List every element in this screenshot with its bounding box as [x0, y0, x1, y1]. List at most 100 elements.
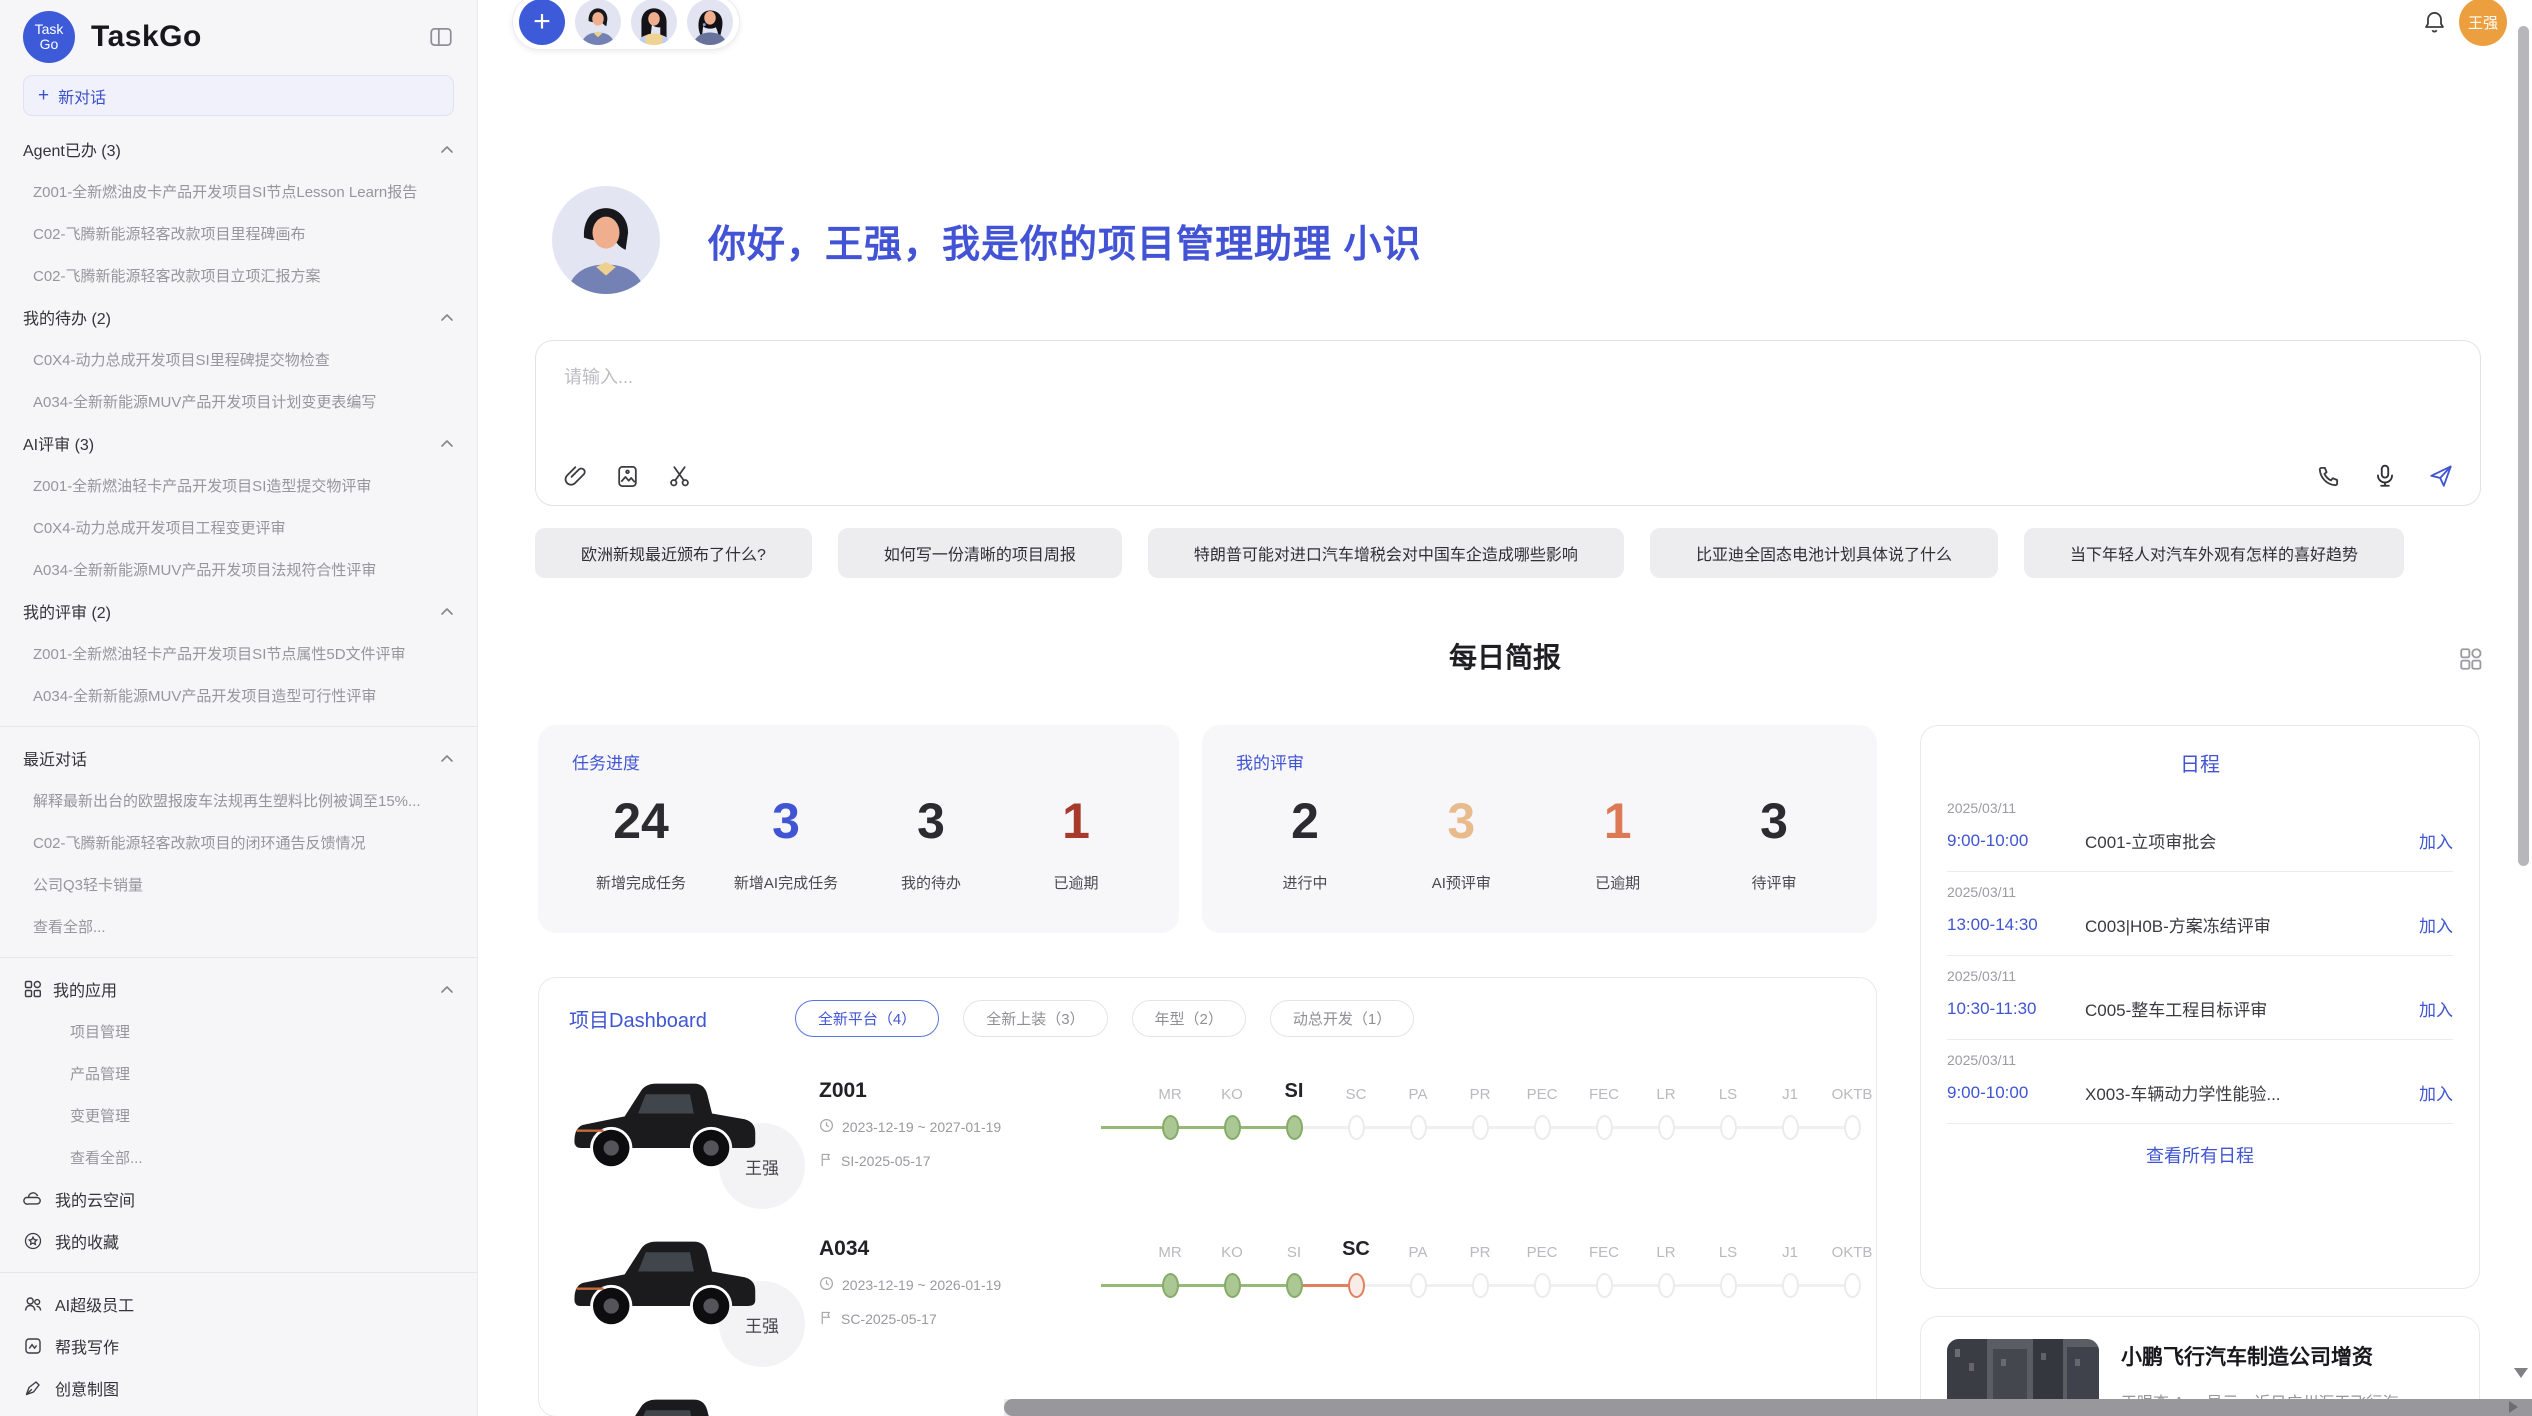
join-button[interactable]: 加入: [2419, 912, 2453, 937]
app-item[interactable]: 项目管理: [0, 1010, 477, 1052]
sidebar-item[interactable]: C0X4-动力总成开发项目工程变更评审: [0, 506, 477, 548]
milestone-label: SC: [1346, 1077, 1367, 1103]
dashboard-tab[interactable]: 全新上装（3）: [963, 1000, 1107, 1037]
plus-icon: +: [38, 85, 49, 107]
milestone-line: [1666, 1126, 1728, 1129]
sidebar-item[interactable]: A034-全新新能源MUV产品开发项目计划变更表编写: [0, 380, 477, 422]
app-item[interactable]: 查看全部...: [0, 1136, 477, 1178]
milestone-ko: KO: [1201, 1077, 1263, 1140]
project-row[interactable]: 王强Z0012023-12-19 ~ 2027-01-19SI-2025-05-…: [569, 1067, 1846, 1225]
new-chat-button[interactable]: + 新对话: [23, 75, 454, 116]
app-item[interactable]: 变更管理: [0, 1094, 477, 1136]
attachment-icon[interactable]: [562, 463, 588, 489]
user-avatar[interactable]: 王强: [2459, 0, 2507, 46]
dashboard-title: 项目Dashboard: [569, 1004, 707, 1033]
avatar-member-2[interactable]: [631, 0, 677, 45]
sidebar-my-apps[interactable]: 我的应用: [0, 968, 477, 1010]
dashboard-tab[interactable]: 全新平台（4）: [795, 1000, 939, 1037]
view-all-schedule-link[interactable]: 查看所有日程: [1947, 1142, 2453, 1168]
flag-text: SI-2025-05-17: [841, 1153, 931, 1169]
milestone-dot: [1596, 1273, 1613, 1298]
schedule-events: 2025/03/119:00-10:00C001-立项审批会加入2025/03/…: [1947, 788, 2453, 1124]
recent-chat-item[interactable]: C02-飞腾新能源轻客改款项目的闭环通告反馈情况: [0, 821, 477, 863]
milestone-line: [1418, 1126, 1480, 1129]
sidebar-section-header[interactable]: 我的待办 (2): [0, 296, 477, 338]
dates-text: 2023-12-19 ~ 2026-01-19: [842, 1277, 1001, 1293]
sidebar-section-recent[interactable]: 最近对话: [0, 737, 477, 779]
image-icon[interactable]: [614, 463, 640, 489]
chevron-up-icon: [440, 754, 454, 763]
milestone-label: LR: [1656, 1077, 1675, 1103]
sidebar-item[interactable]: C02-飞腾新能源轻客改款项目里程碑画布: [0, 212, 477, 254]
send-icon[interactable]: [2428, 463, 2454, 489]
milestone-line: [1480, 1126, 1542, 1129]
scissors-icon[interactable]: [666, 463, 692, 489]
dashboard-tab[interactable]: 动总开发（1）: [1270, 1000, 1414, 1037]
join-button[interactable]: 加入: [2419, 828, 2453, 853]
milestone-pec: PEC: [1511, 1235, 1573, 1298]
sidebar-item[interactable]: C0X4-动力总成开发项目SI里程碑提交物检查: [0, 338, 477, 380]
sidebar-collapse-icon[interactable]: [428, 24, 454, 50]
suggestion-chip[interactable]: 当下年轻人对汽车外观有怎样的喜好趋势: [2024, 528, 2404, 578]
milestone-pa: PA: [1387, 1077, 1449, 1140]
sidebar-item[interactable]: A034-全新新能源MUV产品开发项目造型可行性评审: [0, 674, 477, 716]
milestone-dot: [1782, 1273, 1799, 1298]
recent-chat-item[interactable]: 查看全部...: [0, 905, 477, 947]
milestone-si: SI: [1263, 1235, 1325, 1298]
horizontal-scrollbar-track[interactable]: [1004, 1399, 2532, 1416]
scroll-right-arrow-icon[interactable]: [2509, 1401, 2524, 1413]
dashboard-tab[interactable]: 年型（2）: [1132, 1000, 1246, 1037]
dates-text: 2023-12-19 ~ 2027-01-19: [842, 1119, 1001, 1135]
notifications-bell-icon[interactable]: [2421, 9, 2448, 36]
sidebar-tool[interactable]: AI超级员工: [0, 1283, 477, 1325]
recent-chat-item[interactable]: 公司Q3轻卡销量: [0, 863, 477, 905]
suggestion-chip[interactable]: 比亚迪全固态电池计划具体说了什么: [1650, 528, 1998, 578]
sidebar-section-header[interactable]: 我的评审 (2): [0, 590, 477, 632]
app-item[interactable]: 产品管理: [0, 1052, 477, 1094]
sidebar-item[interactable]: Z001-全新燃油轻卡产品开发项目SI造型提交物评审: [0, 464, 477, 506]
sidebar-section-header[interactable]: Agent已办 (3): [0, 128, 477, 170]
event-title: C005-整车工程目标评审: [2085, 996, 2419, 1021]
suggestion-chip[interactable]: 欧洲新规最近颁布了什么?: [535, 528, 812, 578]
phone-call-icon[interactable]: [2316, 463, 2342, 489]
chat-input[interactable]: [564, 363, 2452, 429]
schedule-event: 2025/03/119:00-10:00X003-车辆动力学性能验...加入: [1947, 1040, 2453, 1124]
event-title: X003-车辆动力学性能验...: [2085, 1080, 2419, 1105]
recent-chat-item[interactable]: 解释最新出台的欧盟报废车法规再生塑料比例被调至15%...: [0, 779, 477, 821]
project-row[interactable]: 王强A0342023-12-19 ~ 2026-01-19SC-2025-05-…: [569, 1225, 1846, 1383]
chat-input-card: [535, 340, 2481, 506]
suggestion-chip[interactable]: 特朗普可能对进口汽车增税会对中国车企造成哪些影响: [1148, 528, 1624, 578]
section-title: Agent已办 (3): [23, 137, 121, 161]
clock-icon: [819, 1276, 834, 1294]
sidebar-section-header[interactable]: AI评审 (3): [0, 422, 477, 464]
milestone-line: [1232, 1126, 1294, 1129]
suggestion-chip[interactable]: 如何写一份清晰的项目周报: [838, 528, 1122, 578]
sidebar-tool[interactable]: 帮我写作: [0, 1325, 477, 1367]
sidebar-link-star[interactable]: 我的收藏: [0, 1220, 477, 1262]
microphone-icon[interactable]: [2372, 463, 2398, 489]
layout-grid-icon[interactable]: [2458, 646, 2484, 672]
sidebar-item[interactable]: C02-飞腾新能源轻客改款项目立项汇报方案: [0, 254, 477, 296]
avatar-member-1[interactable]: [575, 0, 621, 45]
sidebar-item[interactable]: Z001-全新燃油轻卡产品开发项目SI节点属性5D文件评审: [0, 632, 477, 674]
sidebar-item[interactable]: A034-全新新能源MUV产品开发项目法规符合性评审: [0, 548, 477, 590]
event-title: C003|H0B-方案冻结评审: [2085, 912, 2419, 937]
milestone-dot: [1162, 1115, 1179, 1140]
milestone-dot: [1224, 1115, 1241, 1140]
dashboard-header: 项目Dashboard 全新平台（4） 全新上装（3） 年型（2） 动总开发（1）: [569, 1000, 1846, 1037]
sidebar-link-cloud[interactable]: 我的云空间: [0, 1178, 477, 1220]
sidebar: Task Go TaskGo + 新对话 Agent已办 (3)Z001-全新燃…: [0, 0, 478, 1416]
join-button[interactable]: 加入: [2419, 1080, 2453, 1105]
avatar-member-3[interactable]: [687, 0, 733, 45]
horizontal-scrollbar-thumb[interactable]: [1004, 1399, 2532, 1416]
vertical-scrollbar-thumb[interactable]: [2518, 26, 2529, 866]
milestone-fec: FEC: [1573, 1077, 1635, 1140]
greeting-block: 你好，王强，我是你的项目管理助理 小识: [552, 186, 1422, 294]
sidebar-tool[interactable]: 创意制图: [0, 1367, 477, 1409]
sidebar-item[interactable]: Z001-全新燃油皮卡产品开发项目SI节点Lesson Learn报告: [0, 170, 477, 212]
chevron-up-icon: [440, 439, 454, 448]
scroll-down-arrow-icon[interactable]: [2514, 1368, 2528, 1385]
add-workspace-button[interactable]: +: [519, 0, 565, 45]
people-icon: [23, 1294, 43, 1314]
join-button[interactable]: 加入: [2419, 996, 2453, 1021]
